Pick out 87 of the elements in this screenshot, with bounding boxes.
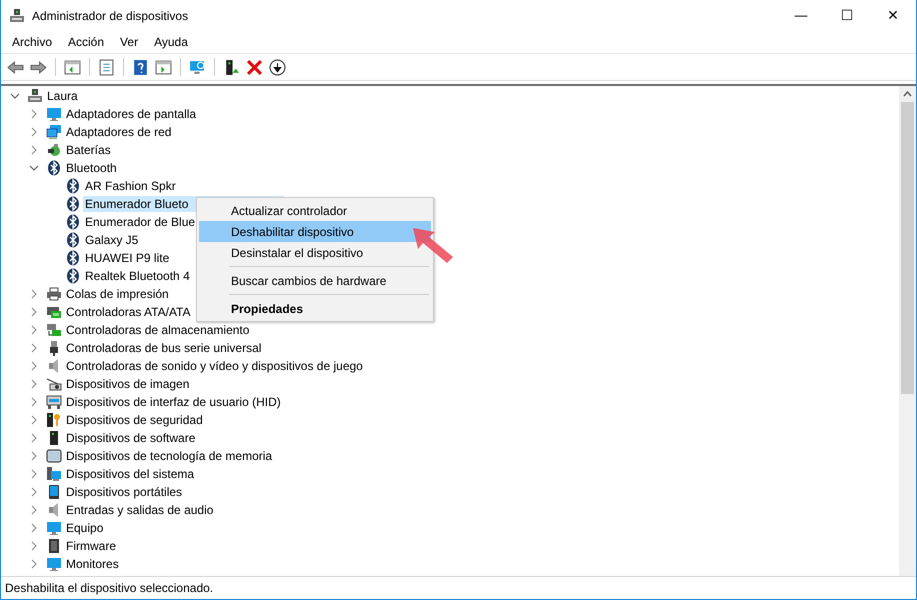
- collapse-chevron-icon[interactable]: [29, 163, 39, 173]
- expand-chevron-icon[interactable]: [29, 109, 39, 119]
- bluetooth-icon: [65, 250, 81, 266]
- tree-item[interactable]: AR Fashion Spkr: [83, 178, 178, 194]
- disable-button[interactable]: [267, 56, 288, 78]
- expand-chevron-icon[interactable]: [29, 127, 39, 137]
- expand-chevron-icon[interactable]: [29, 343, 39, 353]
- menu-item[interactable]: Archivo: [4, 33, 60, 51]
- bluetooth-icon: [65, 232, 81, 248]
- context-menu-item[interactable]: Deshabilitar dispositivo: [199, 221, 431, 242]
- chip-icon: [46, 538, 62, 554]
- maximize-button[interactable]: ☐: [824, 0, 870, 31]
- menu-item[interactable]: Ayuda: [146, 33, 196, 51]
- bluetooth-icon: [46, 160, 62, 176]
- expand-chevron-icon[interactable]: [29, 415, 39, 425]
- tree-item[interactable]: Bluetooth: [64, 160, 119, 176]
- collapse-chevron-icon[interactable]: [10, 91, 20, 101]
- tree-item[interactable]: Dispositivos portátiles: [64, 484, 184, 500]
- storage-controller-icon: [46, 322, 62, 338]
- expand-chevron-icon[interactable]: [29, 523, 39, 533]
- tree-item[interactable]: Dispositivos de tecnología de memoria: [64, 448, 274, 464]
- minimize-button[interactable]: —: [778, 0, 824, 31]
- monitor-icon: [46, 106, 62, 122]
- expand-chevron-icon[interactable]: [29, 451, 39, 461]
- computer-icon: [27, 88, 43, 104]
- window-title: Administrador de dispositivos: [32, 8, 190, 22]
- expand-chevron-icon[interactable]: [29, 361, 39, 371]
- tree-item[interactable]: Entradas y salidas de audio: [64, 502, 216, 518]
- tree-item[interactable]: Dispositivos de interfaz de usuario (HID): [64, 394, 283, 410]
- menu-item[interactable]: Acción: [60, 33, 112, 51]
- drive-controller-icon: [46, 304, 62, 320]
- battery-icon: [46, 142, 62, 158]
- memory-card-icon: [46, 448, 62, 464]
- tree-item[interactable]: Adaptadores de red: [64, 124, 174, 140]
- phone-icon: [46, 484, 62, 500]
- expand-chevron-icon[interactable]: [29, 307, 39, 317]
- keyboard-icon: [46, 394, 62, 410]
- tree-item[interactable]: Dispositivos de seguridad: [64, 412, 205, 428]
- context-menu-item[interactable]: Propiedades: [199, 298, 431, 319]
- menu-item[interactable]: Ver: [112, 33, 146, 51]
- expand-chevron-icon[interactable]: [29, 559, 39, 569]
- scroll-thumb[interactable]: [901, 102, 914, 394]
- tree-item[interactable]: HUAWEI P9 lite: [83, 250, 172, 266]
- tree-item[interactable]: Controladoras ATA/ATA: [64, 304, 192, 320]
- tree-item[interactable]: Controladoras de bus serie universal: [64, 340, 264, 356]
- status-text: Deshabilita el dispositivo seleccionado.: [5, 581, 214, 595]
- expand-chevron-icon[interactable]: [29, 379, 39, 389]
- system-icon: [46, 466, 62, 482]
- tree-item[interactable]: Dispositivos del sistema: [64, 466, 196, 482]
- close-button[interactable]: ✕: [870, 0, 916, 31]
- tree-item[interactable]: Realtek Bluetooth 4: [83, 268, 192, 284]
- expand-chevron-icon[interactable]: [29, 505, 39, 515]
- tree-item[interactable]: Controladoras de almacenamiento: [64, 322, 252, 338]
- expand-chevron-icon[interactable]: [29, 325, 39, 335]
- bluetooth-icon: [65, 178, 81, 194]
- context-menu-item[interactable]: Desinstalar el dispositivo: [199, 242, 431, 263]
- key-icon: [46, 412, 62, 428]
- tree-item[interactable]: Controladoras de sonido y vídeo y dispositivos de juego: [64, 358, 365, 374]
- tree-item[interactable]: Equipo: [64, 520, 106, 536]
- bluetooth-icon: [65, 196, 81, 212]
- tree-item[interactable]: Laura: [45, 88, 80, 104]
- expand-chevron-icon[interactable]: [29, 397, 39, 407]
- computer-icon: [9, 8, 25, 24]
- network-icon: [46, 124, 62, 140]
- scrollbar[interactable]: [899, 86, 916, 576]
- bluetooth-icon: [65, 268, 81, 284]
- tree-item[interactable]: Baterías: [64, 142, 113, 158]
- printer-icon: [46, 286, 62, 302]
- expand-chevron-icon[interactable]: [29, 433, 39, 443]
- expand-chevron-icon[interactable]: [29, 469, 39, 479]
- expand-chevron-icon[interactable]: [29, 541, 39, 551]
- tree-item[interactable]: Firmware: [64, 538, 118, 554]
- tree-item[interactable]: Adaptadores de pantalla: [64, 106, 198, 122]
- tree-item[interactable]: Dispositivos de imagen: [64, 376, 192, 392]
- monitor-icon: [46, 556, 62, 572]
- bluetooth-icon: [65, 214, 81, 230]
- scanner-icon: [46, 376, 62, 392]
- tree-item[interactable]: Dispositivos de software: [64, 430, 198, 446]
- expand-chevron-icon[interactable]: [29, 289, 39, 299]
- monitor-icon: [46, 520, 62, 536]
- tree-item[interactable]: Galaxy J5: [83, 232, 140, 248]
- tree-item[interactable]: Monitores: [64, 556, 121, 572]
- tree-item[interactable]: Colas de impresión: [64, 286, 171, 302]
- expand-chevron-icon[interactable]: [29, 145, 39, 155]
- tree-item[interactable]: Enumerador de Blue: [83, 214, 198, 230]
- expand-chevron-icon[interactable]: [29, 487, 39, 497]
- context-menu-item[interactable]: Buscar cambios de hardware: [199, 270, 431, 291]
